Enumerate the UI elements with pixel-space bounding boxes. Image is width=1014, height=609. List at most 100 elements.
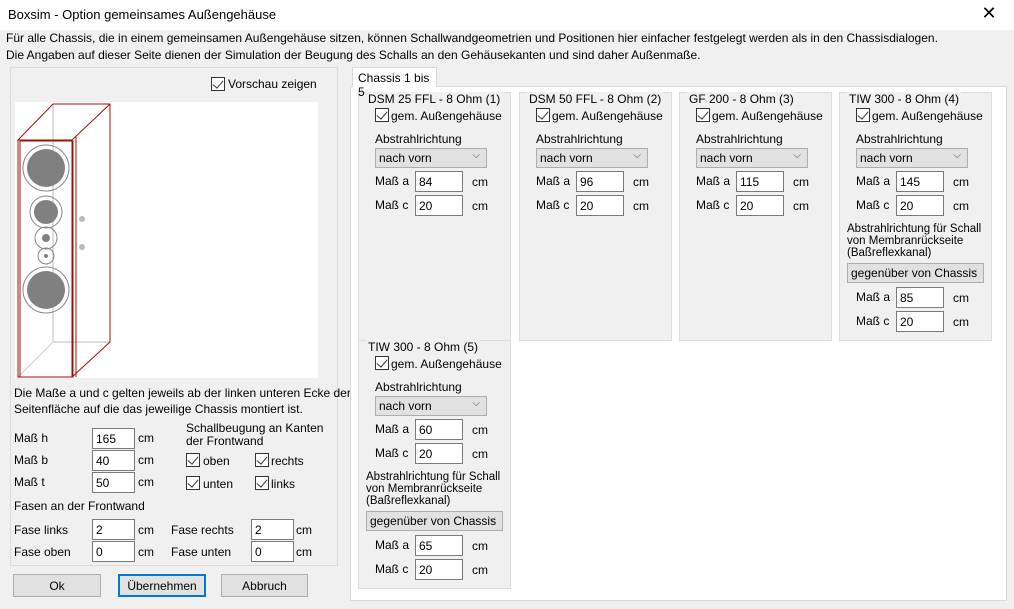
rear-measure-c-input[interactable]	[896, 311, 944, 332]
edge-left-label: links	[271, 477, 296, 491]
rear-measure-c-unit: cm	[953, 315, 969, 329]
dim-b-input[interactable]	[92, 450, 135, 471]
common-housing-checkbox[interactable]	[375, 356, 389, 370]
direction-value: nach vorn	[379, 399, 432, 413]
window-title: Boxsim - Option gemeinsames Außengehäuse	[8, 7, 277, 22]
measure-a-input[interactable]	[415, 171, 463, 192]
chamfer-bottom-input[interactable]	[251, 541, 294, 562]
edge-right-label: rechts	[271, 454, 304, 468]
measure-a-label: Maß a	[536, 174, 571, 188]
diffraction-label-1: Schallbeugung an Kanten	[186, 421, 324, 435]
speaker-drawing	[17, 103, 111, 378]
rear-direction-label-3: (Baßreflexkanal)	[366, 495, 451, 507]
direction-label: Abstrahlrichtung	[536, 132, 623, 146]
preview-checkbox[interactable]	[211, 77, 225, 91]
measure-a-input[interactable]	[576, 171, 624, 192]
rear-measure-c-label: Maß c	[856, 314, 890, 328]
chassis-group-3: GF 200 - 8 Ohm (3)	[679, 92, 832, 341]
direction-select[interactable]: nach vorn ⌵	[856, 148, 968, 168]
common-housing-checkbox[interactable]	[536, 108, 550, 122]
measure-c-label: Maß c	[375, 198, 409, 212]
direction-value: nach vorn	[540, 151, 593, 165]
chassis-title: DSM 50 FFL - 8 Ohm (2)	[527, 92, 664, 106]
edge-right-checkbox[interactable]	[255, 453, 269, 467]
chevron-down-icon: ⌵	[488, 513, 496, 524]
direction-label: Abstrahlrichtung	[856, 132, 943, 146]
close-icon[interactable]: ✕	[974, 3, 1004, 24]
dim-t-label: Maß t	[14, 475, 45, 489]
common-housing-checkbox[interactable]	[696, 108, 710, 122]
direction-label: Abstrahlrichtung	[696, 132, 783, 146]
tab-chassis-1-5[interactable]: Chassis 1 bis 5	[352, 67, 437, 99]
measure-a-label: Maß a	[375, 422, 410, 436]
rear-direction-label-1: Abstrahlrichtung für Schall	[847, 223, 982, 235]
measure-a-label: Maß a	[856, 174, 891, 188]
edge-top-checkbox[interactable]	[186, 453, 200, 467]
measure-a-unit: cm	[633, 175, 649, 189]
rear-direction-label-2: von Membranrückseite	[366, 483, 483, 495]
rear-measure-c-input[interactable]	[415, 559, 463, 580]
chamfer-right-input[interactable]	[251, 519, 294, 540]
chamfer-bottom-label: Fase unten	[171, 545, 232, 559]
measure-a-label: Maß a	[375, 174, 410, 188]
chamfer-top-label: Fase oben	[14, 545, 71, 559]
chevron-down-icon: ⌵	[472, 150, 480, 161]
rear-measure-a-input[interactable]	[896, 287, 944, 308]
ok-button[interactable]: Ok	[13, 574, 101, 597]
rear-direction-value: gegenüber von Chassis	[370, 514, 497, 528]
edge-bottom-checkbox[interactable]	[186, 476, 200, 490]
rear-direction-select[interactable]: gegenüber von Chassis ⌵	[366, 511, 503, 531]
diffraction-label-2: der Frontwand	[186, 434, 264, 448]
rear-measure-a-label: Maß a	[375, 538, 410, 552]
chassis-group-2: DSM 50 FFL - 8 Ohm (2)	[519, 92, 672, 341]
measure-c-label: Maß c	[536, 198, 570, 212]
measure-c-input[interactable]	[896, 195, 944, 216]
common-housing-label: gem. Außengehäuse	[552, 109, 663, 123]
common-housing-checkbox[interactable]	[856, 108, 870, 122]
edge-top-label: oben	[203, 454, 230, 468]
dim-h-input[interactable]	[92, 428, 135, 449]
rear-measure-a-unit: cm	[953, 291, 969, 305]
edge-left-checkbox[interactable]	[255, 476, 269, 490]
measure-c-input[interactable]	[415, 443, 463, 464]
measure-a-input[interactable]	[415, 419, 463, 440]
measure-c-unit: cm	[953, 199, 969, 213]
title-bar: Boxsim - Option gemeinsames Außengehäuse…	[0, 0, 1014, 30]
apply-button[interactable]: Übernehmen	[118, 574, 206, 597]
preview-label: Vorschau zeigen	[228, 77, 317, 91]
direction-select[interactable]: nach vorn ⌵	[375, 396, 487, 416]
rear-measure-a-label: Maß a	[856, 290, 891, 304]
rear-measure-c-label: Maß c	[375, 562, 409, 576]
measure-c-input[interactable]	[736, 195, 784, 216]
direction-select[interactable]: nach vorn ⌵	[696, 148, 808, 168]
direction-value: nach vorn	[860, 151, 913, 165]
rear-measure-a-input[interactable]	[415, 535, 463, 556]
measure-a-input[interactable]	[736, 171, 784, 192]
chamfer-heading: Fasen an der Frontwand	[14, 499, 145, 513]
dim-t-input[interactable]	[92, 472, 135, 493]
cancel-button[interactable]: Abbruch	[221, 574, 308, 597]
common-housing-label: gem. Außengehäuse	[872, 109, 983, 123]
measure-c-unit: cm	[472, 447, 488, 461]
measure-a-unit: cm	[472, 423, 488, 437]
measure-c-input[interactable]	[576, 195, 624, 216]
chassis-title: DSM 25 FFL - 8 Ohm (1)	[366, 92, 503, 106]
dim-b-label: Maß b	[14, 453, 49, 467]
common-housing-checkbox[interactable]	[375, 108, 389, 122]
measure-c-input[interactable]	[415, 195, 463, 216]
chassis-title: TIW 300 - 8 Ohm (5)	[366, 340, 481, 354]
measure-a-input[interactable]	[896, 171, 944, 192]
dim-b-unit: cm	[138, 453, 154, 467]
rear-direction-label-3: (Baßreflexkanal)	[847, 247, 932, 259]
chamfer-top-input[interactable]	[92, 541, 135, 562]
direction-value: nach vorn	[700, 151, 753, 165]
direction-select[interactable]: nach vorn ⌵	[536, 148, 648, 168]
speaker-preview	[15, 102, 318, 378]
common-housing-label: gem. Außengehäuse	[712, 109, 823, 123]
direction-select[interactable]: nach vorn ⌵	[375, 148, 487, 168]
chamfer-right-label: Fase rechts	[171, 523, 234, 537]
rear-direction-select[interactable]: gegenüber von Chassis ⌵	[847, 263, 984, 283]
chevron-down-icon: ⌵	[472, 398, 480, 409]
chamfer-left-input[interactable]	[92, 519, 135, 540]
rear-direction-value: gegenüber von Chassis	[851, 266, 978, 280]
